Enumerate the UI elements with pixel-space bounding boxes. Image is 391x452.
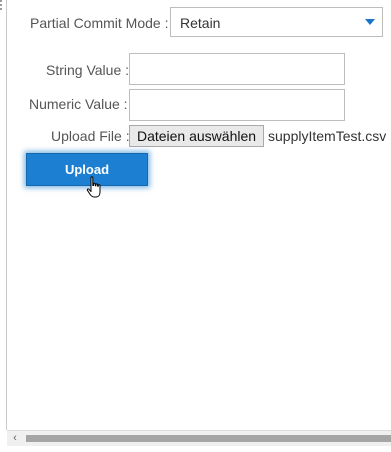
numeric-value-input[interactable]: [129, 89, 345, 121]
chevron-left-icon[interactable]: ‹: [9, 433, 21, 444]
choose-file-button[interactable]: Dateien auswählen: [129, 125, 264, 147]
chevron-down-icon: [365, 19, 375, 25]
partial-commit-mode-label: Partial Commit Mode :: [30, 15, 169, 31]
upload-panel: Partial Commit Mode : Retain String Valu…: [0, 0, 391, 452]
selected-file-name: supplyItemTest.csv: [268, 128, 387, 144]
scrollbar-thumb[interactable]: [26, 435, 391, 442]
resize-grip[interactable]: [0, 0, 3, 14]
string-value-label: String Value :: [46, 62, 130, 78]
hand-pointer-icon: [86, 176, 101, 198]
partial-commit-mode-value: Retain: [180, 15, 221, 31]
horizontal-scrollbar[interactable]: ‹: [7, 430, 391, 446]
panel-border: [6, 0, 7, 430]
numeric-value-label: Numeric Value :: [29, 96, 128, 112]
upload-file-label: Upload File :: [51, 128, 130, 144]
string-value-input[interactable]: [129, 53, 345, 85]
partial-commit-mode-select[interactable]: Retain: [170, 7, 383, 37]
